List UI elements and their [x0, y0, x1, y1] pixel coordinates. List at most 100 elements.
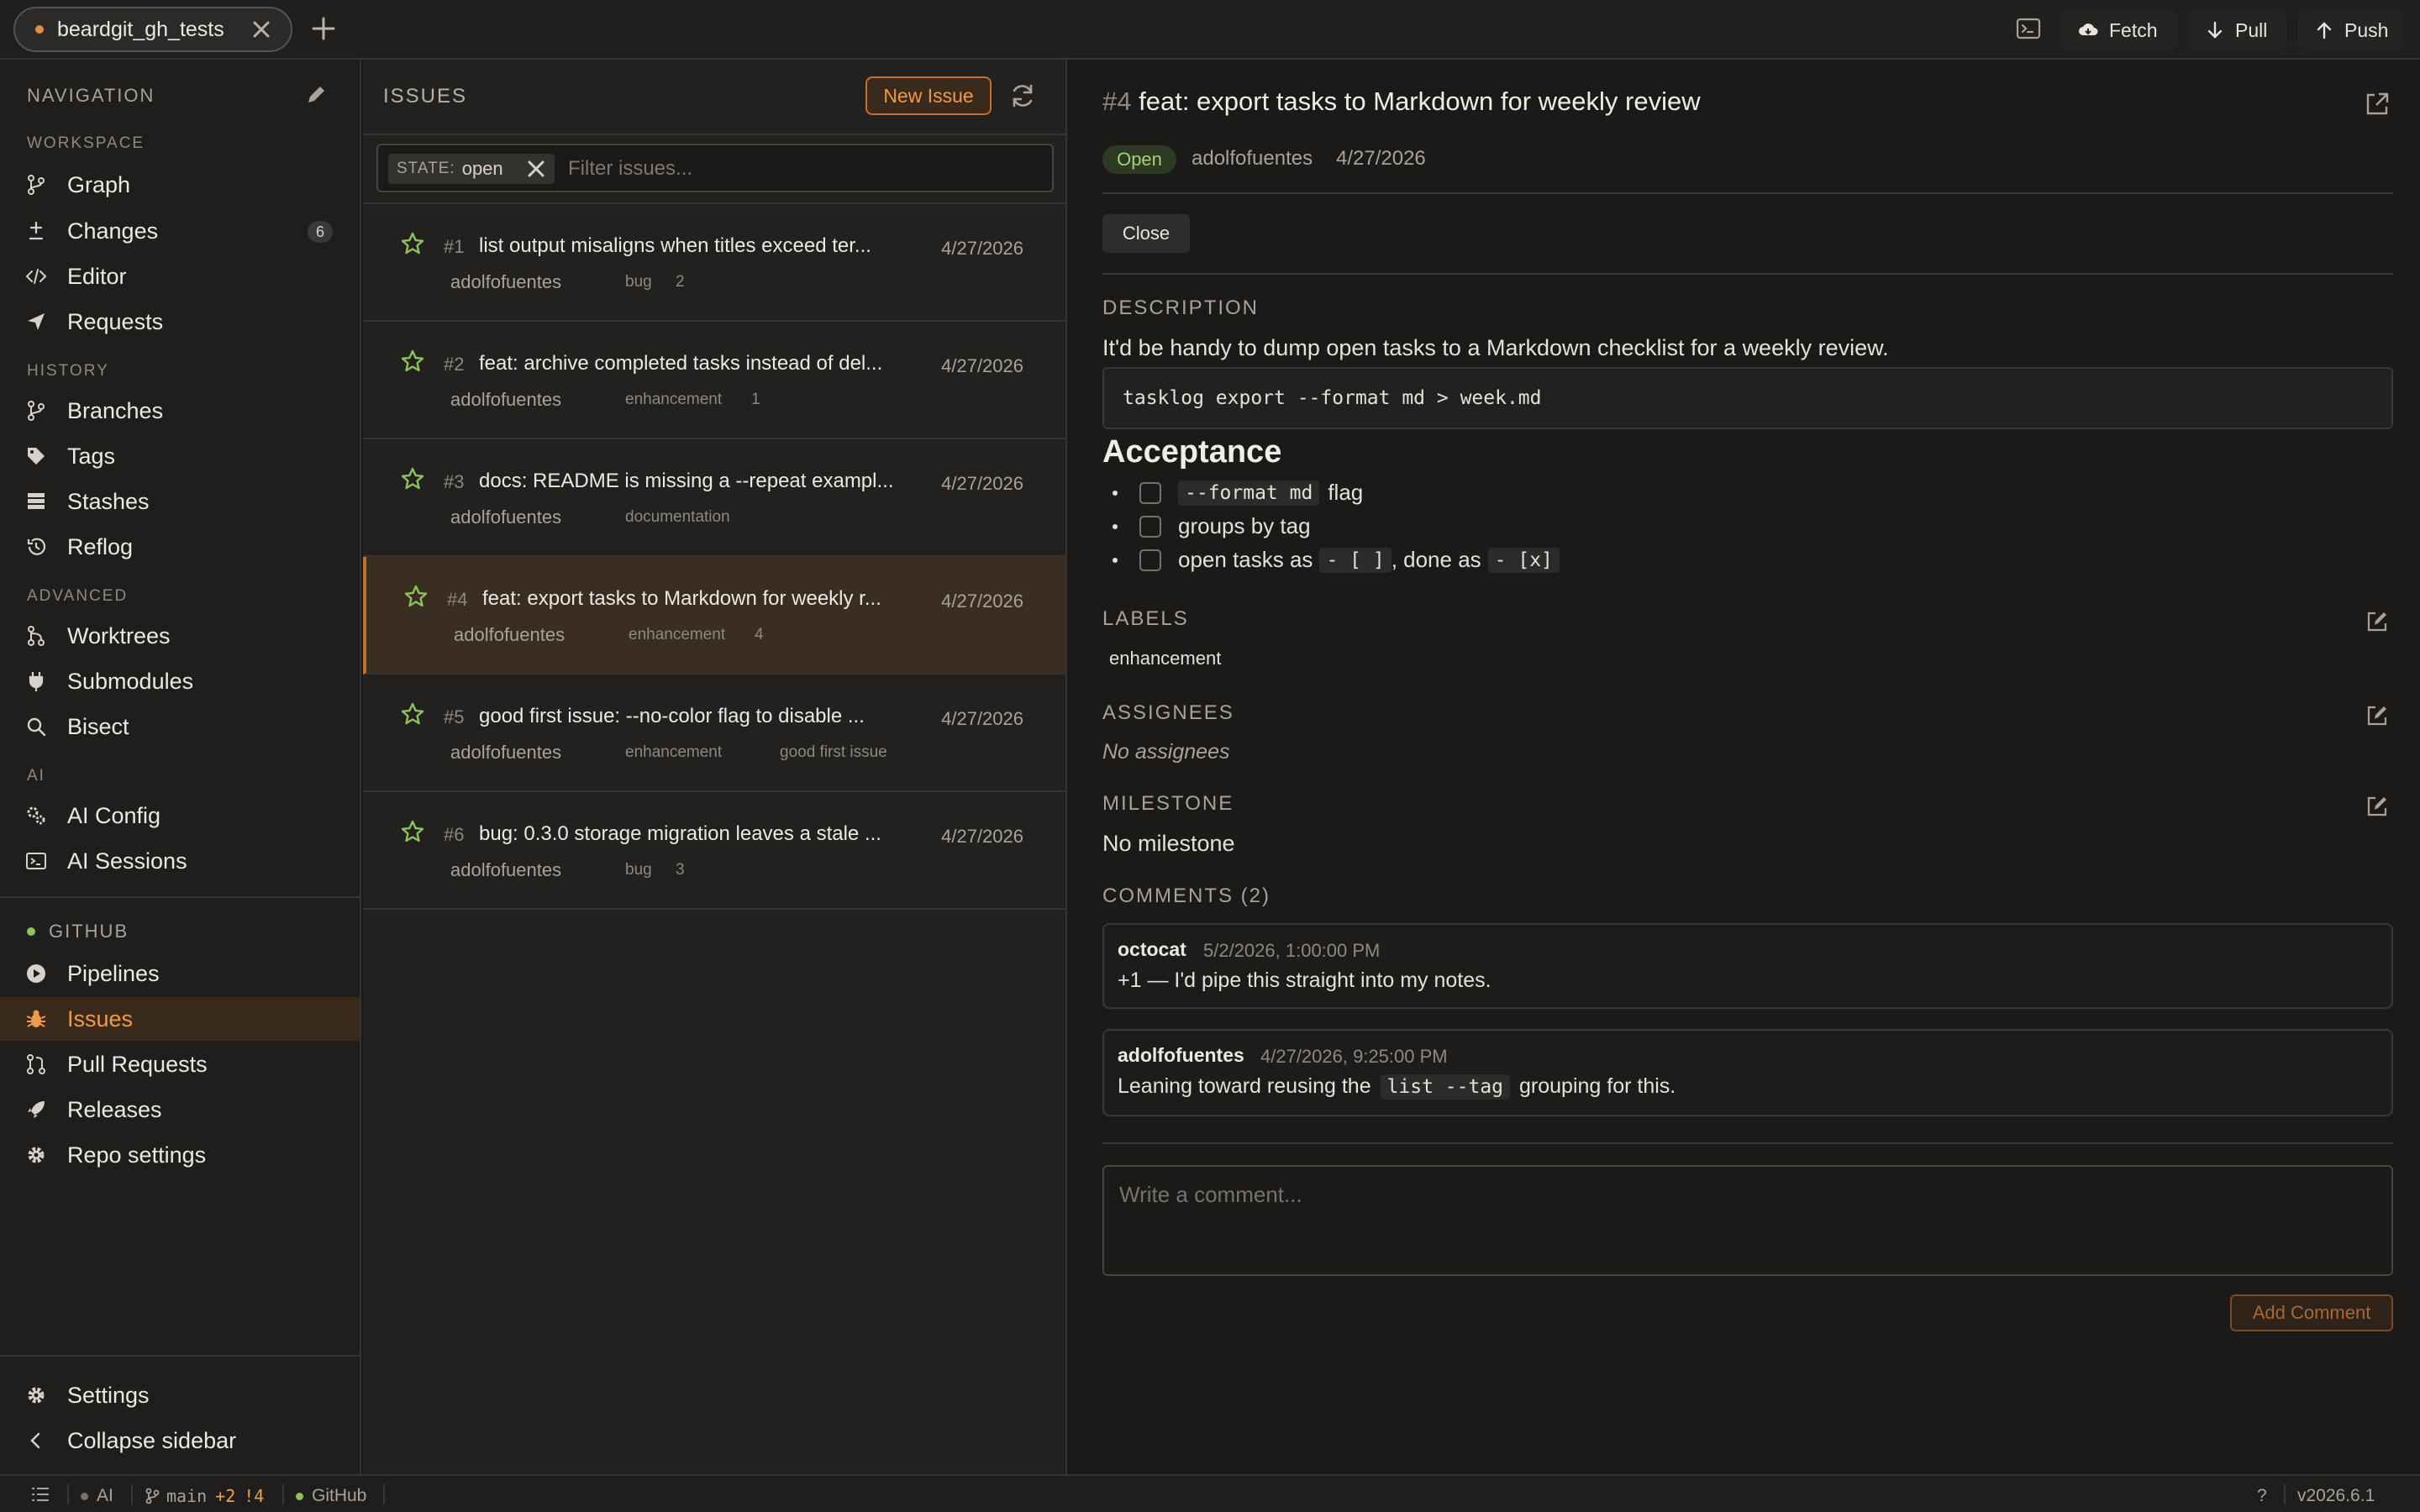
comment: octocat 5/2/2026, 1:00:00 PM +1 — I'd pi… — [1102, 923, 2393, 1009]
fetch-button[interactable]: Fetch — [2060, 12, 2178, 49]
ai-status[interactable]: AI — [81, 1486, 113, 1506]
branch-status[interactable]: main +2 !4 — [145, 1486, 264, 1506]
issue-row[interactable]: #6 bug: 0.3.0 storage migration leaves a … — [363, 792, 1065, 910]
issue-row[interactable]: #5 good first issue: --no-color flag to d… — [363, 675, 1065, 792]
issue-number: #3 — [444, 471, 465, 492]
comment-text: grouping for this. — [1519, 1074, 1676, 1098]
milestone-heading: MILESTONE — [1102, 792, 1234, 815]
sidebar-item-editor[interactable]: Editor — [0, 255, 360, 298]
checkbox[interactable] — [1139, 549, 1161, 571]
checklist-text: , done as — [1391, 547, 1481, 572]
checklist-item: groups by tag — [1102, 513, 1311, 539]
acceptance-heading: Acceptance — [1102, 434, 1282, 470]
github-status-dot — [296, 1492, 303, 1500]
issue-date: 4/27/2026 — [941, 473, 1023, 494]
sidebar-item-requests[interactable]: Requests — [0, 300, 360, 344]
sidebar-item-graph[interactable]: Graph — [0, 163, 360, 207]
terminal-icon — [26, 853, 46, 869]
issue-title: bug: 0.3.0 storage migration leaves a st… — [479, 822, 881, 845]
cloud-download-icon — [2079, 24, 2098, 35]
refresh-icon[interactable] — [1008, 81, 1037, 110]
issue-number: #6 — [444, 824, 465, 845]
close-icon[interactable] — [526, 159, 546, 179]
issue-label: bug — [625, 273, 652, 291]
github-status[interactable]: GitHub — [296, 1486, 366, 1506]
checklist-item: open tasks as - [ ] , done as - [x] — [1102, 547, 1560, 573]
issue-date: 4/27/2026 — [941, 355, 1023, 376]
star-icon[interactable] — [403, 584, 429, 609]
sidebar-item-issues[interactable]: Issues — [0, 997, 360, 1041]
state-filter-chip[interactable]: STATE: open — [388, 154, 555, 184]
archive-icon — [28, 493, 45, 509]
issue-row[interactable]: #1 list output misaligns when titles exce… — [363, 204, 1065, 322]
pull-button[interactable]: Pull — [2188, 12, 2287, 49]
play-circle-icon — [27, 964, 45, 983]
issue-row[interactable]: #4 feat: export tasks to Markdown for wee… — [363, 557, 1065, 675]
inline-code: - [x] — [1487, 547, 1560, 573]
detail-divider — [1102, 192, 2393, 194]
sidebar-item-tags[interactable]: Tags — [0, 434, 360, 478]
new-tab-icon[interactable] — [308, 13, 339, 44]
sidebar-item-releases[interactable]: Releases — [0, 1088, 360, 1131]
sidebar-item-label: Pull Requests — [67, 1051, 208, 1077]
chip-key: STATE: — [397, 160, 455, 177]
issue-row[interactable]: #2 feat: archive completed tasks instead … — [363, 322, 1065, 439]
edit-labels-icon[interactable] — [2365, 609, 2390, 634]
sidebar-item-branches[interactable]: Branches — [0, 389, 360, 433]
filter-issues-input[interactable] — [568, 154, 1039, 184]
sidebar-item-ai-config[interactable]: AI Config — [0, 794, 360, 837]
bullet — [1113, 490, 1118, 496]
sidebar-item-submodules[interactable]: Submodules — [0, 659, 360, 703]
issue-label: enhancement — [625, 743, 723, 761]
issue-author: adolfofuentes — [450, 507, 562, 528]
sidebar: NAVIGATION WORKSPACE Graph Changes 6 Edi… — [0, 60, 361, 1474]
issue-title: feat: archive completed tasks instead of… — [479, 352, 883, 375]
new-issue-button[interactable]: New Issue — [865, 76, 992, 115]
search-icon — [27, 717, 46, 737]
push-button[interactable]: Push — [2297, 12, 2403, 49]
star-icon[interactable] — [400, 231, 425, 256]
sidebar-item-ai-sessions[interactable]: AI Sessions — [0, 839, 360, 883]
comment-timestamp: 4/27/2026, 9:25:00 PM — [1260, 1046, 1448, 1067]
sidebar-item-stashes[interactable]: Stashes — [0, 480, 360, 523]
comment-input[interactable] — [1102, 1165, 2393, 1276]
issue-date: 4/27/2026 — [941, 238, 1023, 259]
comment-body: Leaning toward reusing the list --tag gr… — [1118, 1074, 1676, 1100]
edit-milestone-icon[interactable] — [2365, 794, 2390, 819]
sidebar-item-reflog[interactable]: Reflog — [0, 525, 360, 569]
star-icon[interactable] — [400, 701, 425, 727]
sidebar-item-pull-requests[interactable]: Pull Requests — [0, 1042, 360, 1086]
sidebar-item-repo-settings[interactable]: Repo settings — [0, 1133, 360, 1177]
add-comment-button[interactable]: Add Comment — [2230, 1294, 2393, 1331]
checkbox[interactable] — [1139, 515, 1161, 538]
sidebar-item-bisect[interactable]: Bisect — [0, 705, 360, 748]
gear-icon — [28, 1387, 45, 1404]
collapse-sidebar-button[interactable]: Collapse sidebar — [0, 1419, 360, 1462]
terminal-icon[interactable] — [2015, 15, 2042, 42]
issue-row[interactable]: #3 docs: README is missing a --repeat exa… — [363, 439, 1065, 557]
comment-count: 3 — [676, 861, 685, 879]
sidebar-item-changes[interactable]: Changes 6 — [0, 209, 360, 253]
help-button[interactable]: ? — [2257, 1486, 2267, 1506]
repo-tab[interactable]: beardgit_gh_tests — [13, 7, 292, 52]
issue-date: 4/27/2026 — [941, 591, 1023, 612]
sidebar-item-settings[interactable]: Settings — [0, 1373, 360, 1417]
star-icon[interactable] — [400, 819, 425, 844]
open-external-icon[interactable] — [2363, 90, 2391, 118]
list-icon[interactable] — [30, 1486, 50, 1503]
issue-date: 4/27/2026 — [941, 826, 1023, 847]
sidebar-item-pipelines[interactable]: Pipelines — [0, 952, 360, 995]
list-divider — [363, 134, 1065, 135]
sidebar-item-worktrees[interactable]: Worktrees — [0, 614, 360, 658]
close-tab-icon[interactable] — [250, 18, 272, 40]
star-icon[interactable] — [400, 349, 425, 374]
sidebar-item-label: Tags — [67, 443, 116, 469]
tag-icon — [28, 448, 45, 465]
pencil-icon[interactable] — [304, 83, 328, 107]
plug-icon — [29, 672, 44, 691]
close-issue-button[interactable]: Close — [1102, 214, 1190, 253]
checkbox[interactable] — [1139, 481, 1161, 504]
pull-label: Pull — [2235, 18, 2268, 41]
edit-assignees-icon[interactable] — [2365, 703, 2390, 728]
star-icon[interactable] — [400, 466, 425, 491]
